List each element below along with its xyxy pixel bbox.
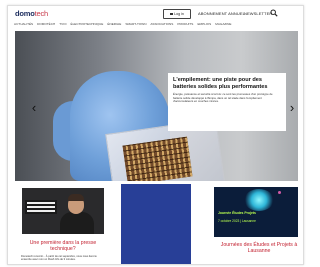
nav-item-domotech[interactable]: DOMOTÉCH <box>37 22 55 26</box>
card-1-banner <box>25 200 57 214</box>
article-card-1-title[interactable]: Une première dans la presse technique? <box>21 240 105 252</box>
card-3-dot <box>278 191 281 194</box>
nav-item-magazine[interactable]: MAGAZINE <box>215 22 231 26</box>
site-logo[interactable]: domotech <box>15 9 48 18</box>
nav-item-emplois[interactable]: EMPLOIS <box>197 22 211 26</box>
logo-accent: tech <box>34 9 49 18</box>
hero-carousel[interactable]: L'empilement: une piste pour des batteri… <box>15 31 298 181</box>
newsletter-link[interactable]: NEWSLETTER <box>244 11 272 16</box>
nav-item-electrotechnique[interactable]: ÉLECTROTECHNIQUE <box>71 22 104 26</box>
search-icon[interactable] <box>270 9 278 17</box>
hero-title[interactable]: L'empilement: une piste pour des batteri… <box>173 77 281 90</box>
browser-page: domotech Log in ABONNEMENT ANNUEL NEWSLE… <box>7 5 304 265</box>
card-3-glow <box>244 189 274 211</box>
top-bar: domotech Log in ABONNEMENT ANNUEL NEWSLE… <box>8 6 303 20</box>
subscribe-link[interactable]: ABONNEMENT ANNUEL <box>198 11 245 16</box>
card-1-person-body <box>60 212 94 234</box>
card-1-person-hair <box>68 194 84 201</box>
login-button[interactable]: Log in <box>163 9 191 19</box>
article-card-1-text: Domotech rencontr... À partir de cet sep… <box>21 255 97 262</box>
nav-item-tvoi[interactable]: TVOI <box>59 22 66 26</box>
article-card-2-ad[interactable] <box>121 184 191 264</box>
nav-item-associations[interactable]: ASSOCIATIONS <box>150 22 173 26</box>
chevron-left-icon[interactable]: ‹ <box>29 101 39 115</box>
article-cards: Une première dans la presse technique? D… <box>15 184 298 264</box>
nav-item-produits[interactable]: PRODUITS <box>177 22 193 26</box>
article-card-3-title[interactable]: Journées des Études et Projets à Lausann… <box>217 242 301 254</box>
hero-text: Énergie, puissance et sécurité à la fois… <box>173 92 273 104</box>
article-card-3-image[interactable]: Journée Études Projets 7 octobre 2023 | … <box>214 187 298 237</box>
article-card-1-image[interactable] <box>22 188 104 234</box>
main-nav: ACTUALITÉS DOMOTÉCH TVOI ÉLECTROTECHNIQU… <box>14 22 235 28</box>
card-3-poster-title: Journée Études Projets <box>218 211 256 215</box>
nav-item-actualites[interactable]: ACTUALITÉS <box>14 22 33 26</box>
chevron-right-icon[interactable]: › <box>287 101 297 115</box>
login-label: Log in <box>174 12 184 16</box>
hero-image-chip-grid <box>122 136 193 181</box>
hero-caption-card[interactable]: L'empilement: une piste pour des batteri… <box>168 73 286 131</box>
logo-main: domo <box>15 9 35 18</box>
nav-item-smart-town[interactable]: SMART-TOWN <box>125 22 146 26</box>
nav-item-energie[interactable]: ÉNERGIE <box>107 22 121 26</box>
card-3-poster-date: 7 octobre 2023 | Lausanne <box>218 219 256 223</box>
user-icon <box>170 12 174 16</box>
